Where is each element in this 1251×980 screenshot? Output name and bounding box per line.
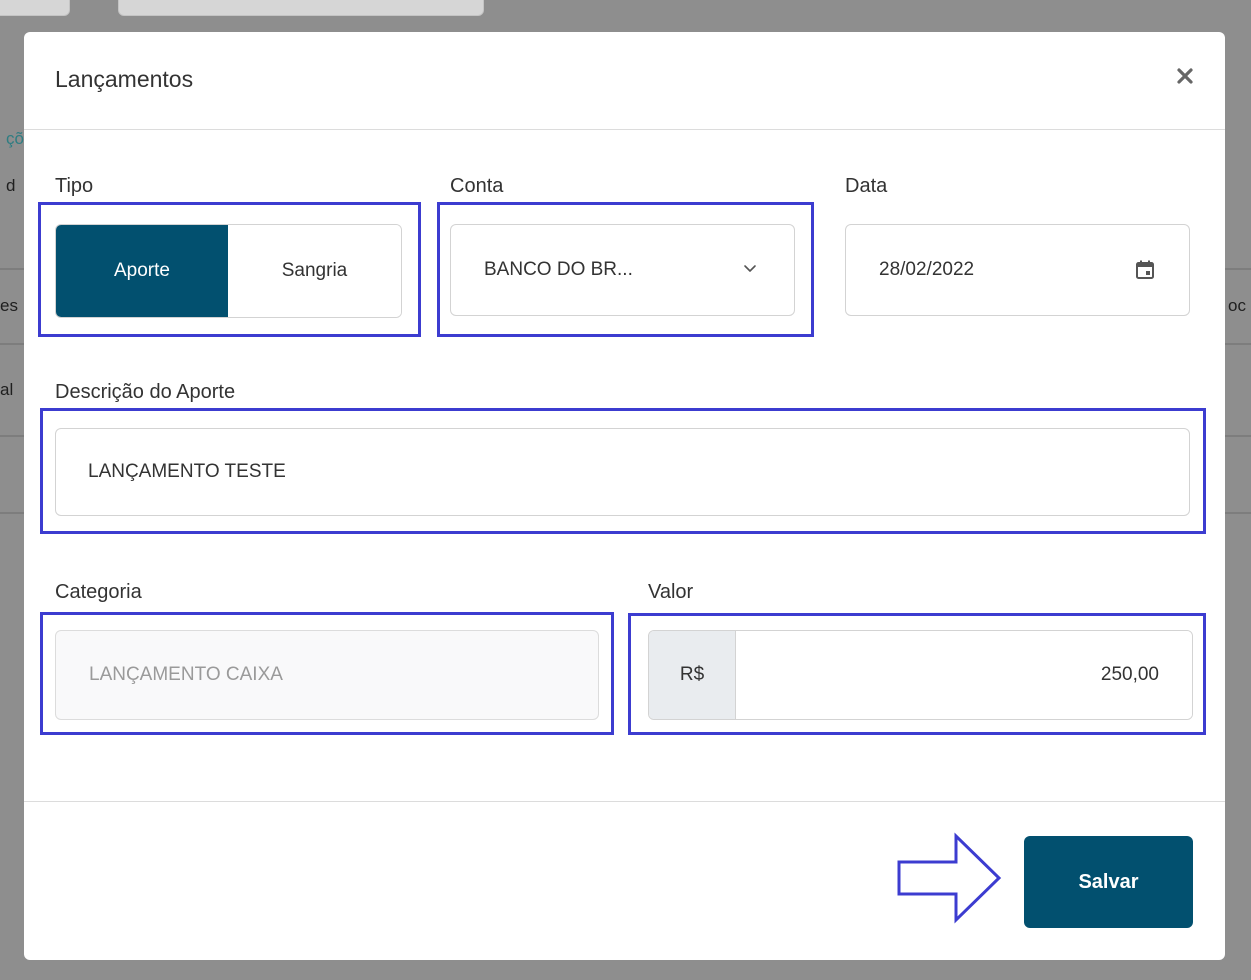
conta-selected-value: BANCO DO BR... bbox=[484, 259, 633, 280]
data-field[interactable]: 28/02/2022 bbox=[845, 224, 1190, 316]
tipo-label: Tipo bbox=[55, 175, 94, 197]
lancamentos-modal: Lançamentos Tipo Aporte Sangria Conta BA… bbox=[24, 32, 1225, 960]
descricao-input[interactable] bbox=[55, 428, 1190, 516]
background-text-fragment: es bbox=[0, 296, 18, 315]
data-label: Data bbox=[845, 175, 888, 197]
save-button[interactable]: Salvar bbox=[1024, 836, 1193, 928]
background-text-fragment: çõ bbox=[6, 129, 24, 148]
chevron-down-icon bbox=[744, 265, 756, 272]
conta-select[interactable]: BANCO DO BR... bbox=[450, 224, 795, 316]
currency-prefix: R$ bbox=[649, 631, 736, 719]
modal-header: Lançamentos bbox=[24, 32, 1225, 130]
data-value: 28/02/2022 bbox=[879, 259, 975, 280]
close-icon[interactable] bbox=[1171, 62, 1199, 90]
footer-divider bbox=[24, 801, 1225, 802]
background-button bbox=[0, 0, 70, 16]
background-text-fragment: al bbox=[0, 380, 14, 399]
background-text-fragment: oc bbox=[1228, 296, 1246, 315]
valor-input[interactable] bbox=[736, 631, 1192, 719]
sangria-option[interactable]: Sangria bbox=[228, 225, 401, 317]
valor-label: Valor bbox=[648, 581, 694, 603]
categoria-input bbox=[55, 630, 599, 720]
modal-title: Lançamentos bbox=[55, 66, 194, 92]
valor-field: R$ bbox=[648, 630, 1193, 720]
arrow-right-icon bbox=[897, 832, 1002, 924]
background-text-fragment: d bbox=[6, 176, 16, 195]
background-input bbox=[118, 0, 484, 16]
categoria-label: Categoria bbox=[55, 581, 142, 603]
descricao-label: Descrição do Aporte bbox=[55, 381, 236, 403]
aporte-option[interactable]: Aporte bbox=[56, 225, 228, 317]
tipo-toggle: Aporte Sangria bbox=[55, 224, 402, 318]
calendar-icon[interactable] bbox=[1134, 259, 1156, 281]
conta-label: Conta bbox=[450, 175, 504, 197]
